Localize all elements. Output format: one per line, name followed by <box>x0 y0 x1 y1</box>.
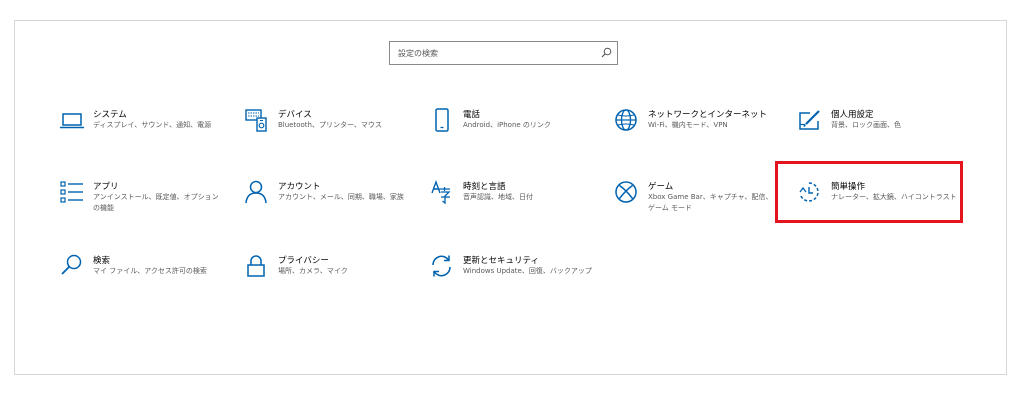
tile-title: 更新とセキュリティ <box>463 256 539 266</box>
globe-icon <box>615 109 637 131</box>
tile-title: 時刻と言語 <box>463 182 506 192</box>
tile-apps[interactable]: アプリ アンインストール、既定値、オプションの機能 <box>59 179 231 231</box>
tile-accounts[interactable]: アカウント アカウント、メール、同期、職場、家族 <box>244 179 416 231</box>
tile-personalization[interactable]: 個人用設定 背景、ロック画面、色 <box>797 107 969 159</box>
tile-title: ネットワークとインターネット <box>648 110 768 120</box>
tile-description: 場所、カメラ、マイク <box>278 267 348 275</box>
search-icon[interactable] <box>599 46 613 60</box>
xbox-icon <box>615 181 637 203</box>
tile-search[interactable]: 検索 マイ ファイル、アクセス許可の検索 <box>59 253 231 305</box>
apps-list-icon <box>60 181 83 203</box>
tile-title: プライバシー <box>278 256 329 266</box>
tile-description: Wi-Fi、機内モード、VPN <box>648 121 728 129</box>
settings-search-input[interactable] <box>390 42 598 64</box>
tile-title: デバイス <box>278 110 312 120</box>
search-icon <box>61 254 82 275</box>
tile-description: アンインストール、既定値、オプションの機能 <box>93 193 219 212</box>
tile-system[interactable]: システム ディスプレイ、サウンド、通知、電源 <box>59 107 231 159</box>
tile-description: Xbox Game Bar、キャプチャ、配信、ゲーム モード <box>648 193 773 212</box>
tile-description: マイ ファイル、アクセス許可の検索 <box>93 267 207 275</box>
devices-icon <box>245 109 267 132</box>
tile-description: Bluetooth、プリンター、マウス <box>278 121 382 129</box>
tile-title: 検索 <box>93 256 111 266</box>
person-icon <box>245 180 267 204</box>
tile-update-security[interactable]: 更新とセキュリティ Windows Update、回復、バックアップ <box>429 253 601 305</box>
tile-description: ディスプレイ、サウンド、通知、電源 <box>93 121 212 129</box>
tile-time-language[interactable]: 時刻と言語 音声認識、地域、日付 <box>429 179 601 231</box>
tile-description: アカウント、メール、同期、職場、家族 <box>278 193 404 201</box>
tile-title: システム <box>93 110 127 120</box>
tile-devices[interactable]: デバイス Bluetooth、プリンター、マウス <box>244 107 416 159</box>
tile-privacy[interactable]: プライバシー 場所、カメラ、マイク <box>244 253 416 305</box>
tile-gaming[interactable]: ゲーム Xbox Game Bar、キャプチャ、配信、ゲーム モード <box>614 179 786 231</box>
tile-description: 音声認識、地域、日付 <box>463 193 533 201</box>
tile-phone[interactable]: 電話 Android、iPhone のリンク <box>429 107 601 159</box>
tile-title: 電話 <box>463 110 481 120</box>
highlight-box <box>775 161 963 223</box>
sync-icon <box>432 255 451 277</box>
tile-title: ゲーム <box>648 182 674 192</box>
tile-description: Android、iPhone のリンク <box>463 121 551 129</box>
time-language-icon <box>431 179 451 205</box>
laptop-icon <box>60 113 84 129</box>
lock-icon <box>247 255 265 277</box>
personalization-icon <box>799 110 820 130</box>
settings-search-box[interactable] <box>389 41 618 65</box>
tile-title: アカウント <box>278 182 321 192</box>
tile-description: Windows Update、回復、バックアップ <box>463 267 592 275</box>
tile-description: 背景、ロック画面、色 <box>831 121 901 129</box>
tile-title: アプリ <box>93 182 119 192</box>
tile-network[interactable]: ネットワークとインターネット Wi-Fi、機内モード、VPN <box>614 107 786 159</box>
tile-title: 個人用設定 <box>831 110 874 120</box>
phone-icon <box>435 108 449 132</box>
